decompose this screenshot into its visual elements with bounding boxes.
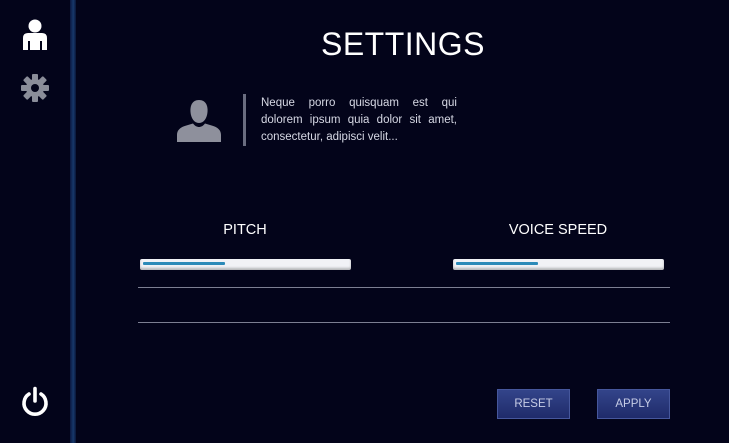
gear-icon (21, 74, 49, 102)
power-icon (22, 386, 48, 416)
divider-line (138, 322, 670, 323)
sidebar-item-power[interactable] (18, 385, 52, 419)
profile-divider (243, 94, 246, 146)
voice-speed-slider[interactable] (453, 259, 664, 270)
voice-speed-label: VOICE SPEED (508, 222, 608, 238)
sidebar (0, 0, 76, 443)
pitch-label: PITCH (223, 222, 267, 238)
reset-button[interactable]: RESET (497, 389, 570, 419)
user-icon (23, 19, 47, 50)
profile-description: Neque porro quisquam est qui dolorem ips… (261, 97, 457, 143)
pitch-slider[interactable] (140, 259, 351, 270)
person-silhouette-icon (177, 100, 221, 142)
divider-line (138, 287, 670, 288)
sidebar-item-user[interactable] (18, 18, 52, 52)
sidebar-edge-divider (70, 0, 76, 443)
page-title: SETTINGS (320, 26, 485, 62)
apply-button[interactable]: APPLY (597, 389, 670, 419)
voice-speed-slider-fill (456, 262, 538, 265)
pitch-slider-fill (143, 262, 225, 265)
sidebar-item-settings[interactable] (18, 71, 52, 105)
avatar (176, 98, 222, 142)
